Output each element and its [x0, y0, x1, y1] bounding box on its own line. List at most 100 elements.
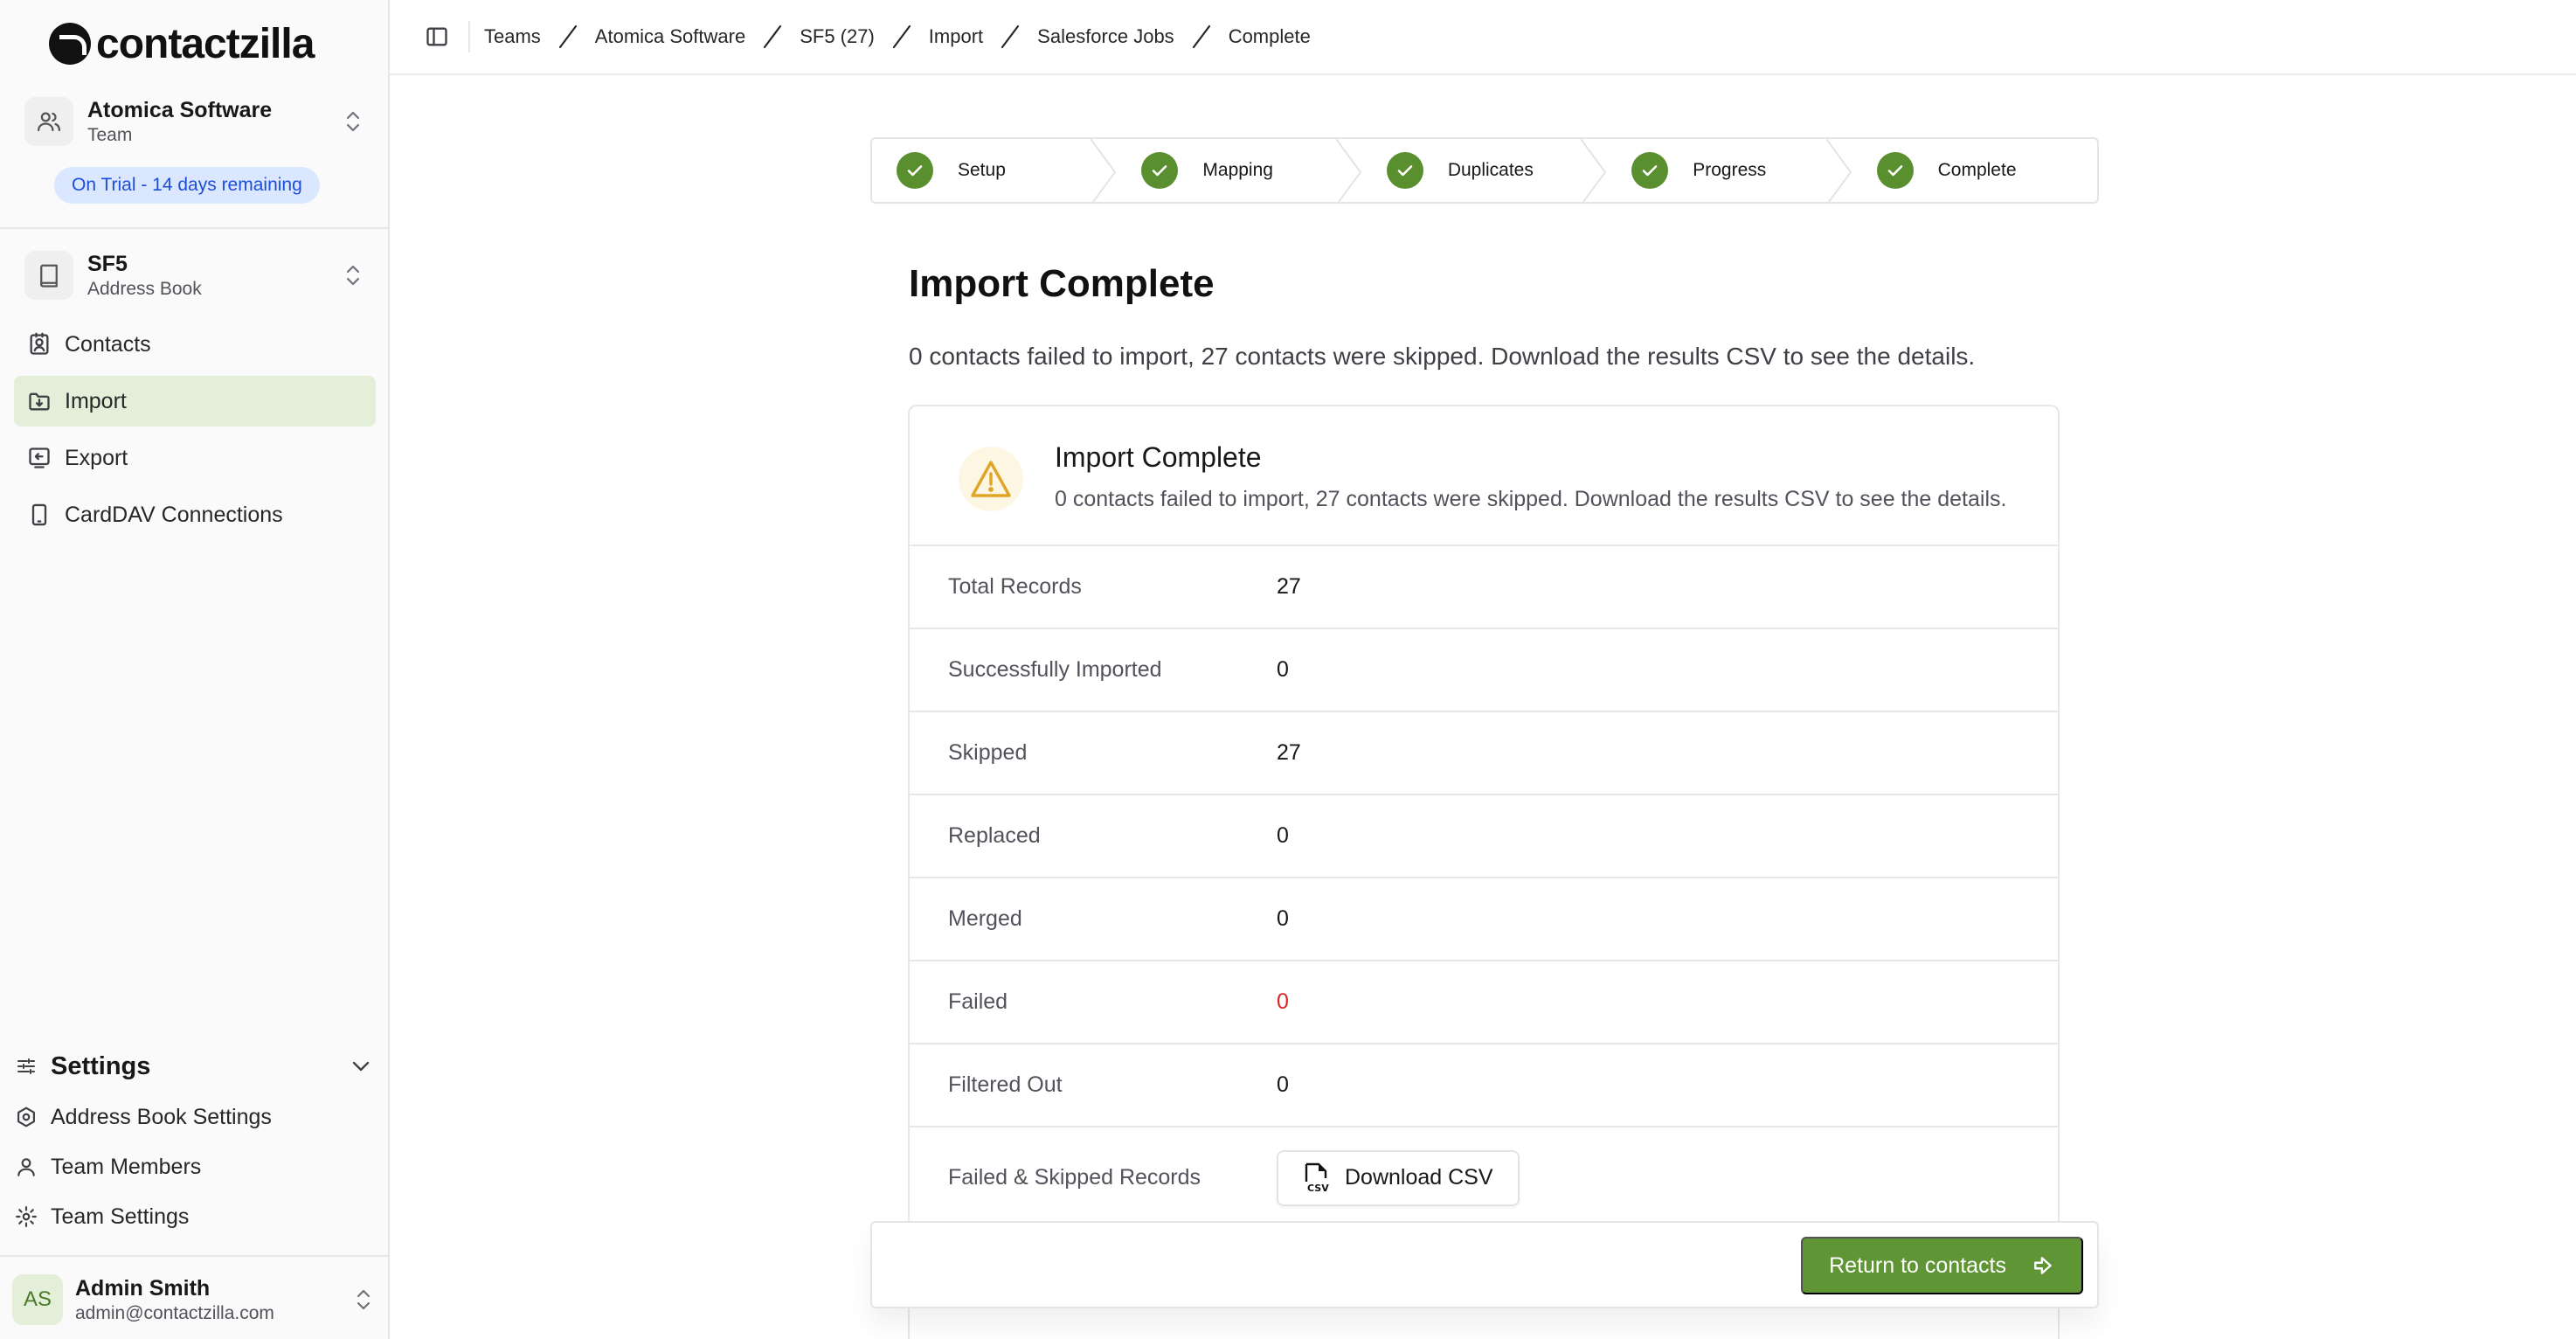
step-label: Duplicates [1447, 160, 1534, 180]
stat-row-skipped: Skipped 27 [910, 712, 2058, 795]
stat-row-failed-skipped-records: Failed & Skipped Records CSV Download CS… [910, 1127, 2058, 1228]
address-book-name: SF5 [87, 252, 128, 276]
stat-label: Failed & Skipped Records [948, 1165, 1201, 1190]
stat-row-merged: Merged 0 [910, 878, 2058, 961]
step-setup: Setup [872, 139, 1117, 202]
team-subtitle: Team [87, 125, 133, 145]
topbar-separator [468, 21, 470, 52]
sidebar-divider [0, 227, 390, 229]
team-name: Atomica Software [87, 98, 273, 122]
chevrons-up-down-icon [339, 258, 367, 293]
return-to-contacts-label: Return to contacts [1829, 1252, 2006, 1278]
trial-badge: On Trial - 14 days remaining [54, 167, 320, 204]
step-divider-icon [1335, 139, 1362, 202]
address-book-subtitle: Address Book [87, 279, 202, 299]
app-logo[interactable]: contactzilla [49, 19, 315, 68]
export-icon [26, 445, 52, 471]
gear-icon [14, 1204, 38, 1229]
chevron-down-icon [348, 1060, 374, 1072]
sidebar-item-team-settings[interactable]: Team Settings [14, 1197, 189, 1236]
sidebar-item-export[interactable]: Export [14, 433, 376, 483]
breadcrumb-separator-icon [764, 24, 782, 49]
breadcrumb-teams[interactable]: Teams [484, 25, 541, 48]
stat-row-imported: Successfully Imported 0 [910, 629, 2058, 712]
chevrons-up-down-icon [350, 1287, 377, 1313]
stat-label: Filtered Out [948, 1072, 1063, 1097]
smartphone-icon [26, 502, 52, 528]
breadcrumb-address-book[interactable]: SF5 (27) [800, 25, 875, 48]
logo-text: contactzilla [96, 20, 315, 67]
sidebar-item-label: Contacts [65, 331, 151, 357]
page-title: Import Complete [909, 262, 1215, 305]
breadcrumb-separator-icon [892, 24, 911, 49]
sidebar-item-import[interactable]: Import [14, 376, 376, 427]
import-footer-bar: Return to contacts [870, 1221, 2099, 1308]
warning-triangle-icon [959, 447, 1023, 511]
breadcrumb-salesforce-jobs[interactable]: Salesforce Jobs [1037, 25, 1174, 48]
user-menu[interactable]: AS Admin Smith admin@contactzilla.com [12, 1273, 377, 1327]
sliders-icon [16, 1055, 38, 1078]
sidebar: contactzilla Atomica Software Team On Tr… [0, 0, 390, 1339]
breadcrumb-separator-icon [1001, 24, 1020, 49]
check-circle-icon [1141, 152, 1179, 189]
user-email: admin@contactzilla.com [75, 1303, 274, 1323]
breadcrumb-separator-icon [1192, 24, 1210, 49]
sidebar-item-label: Address Book Settings [51, 1104, 272, 1129]
sidebar-item-label: CardDAV Connections [65, 502, 283, 527]
settings-section-toggle[interactable]: Settings [16, 1047, 374, 1086]
step-label: Progress [1693, 160, 1767, 180]
breadcrumb: Teams Atomica Software SF5 (27) Import S… [484, 24, 1311, 50]
hexagon-settings-icon [14, 1105, 38, 1129]
check-circle-icon [1876, 152, 1914, 189]
csv-file-icon: CSV [1305, 1162, 1329, 1194]
import-stepper: Setup Mapping Duplicates Progress Comple… [870, 137, 2099, 204]
sidebar-toggle-icon[interactable] [423, 23, 451, 51]
sidebar-divider [0, 1255, 390, 1257]
stat-label: Failed [948, 989, 1008, 1014]
stat-value: 0 [1277, 657, 1289, 682]
breadcrumb-separator-icon [558, 24, 577, 49]
address-book-switcher[interactable]: SF5 Address Book [24, 244, 367, 307]
step-progress: Progress [1607, 139, 1852, 202]
step-label: Setup [958, 160, 1006, 180]
sidebar-item-carddav[interactable]: CardDAV Connections [14, 489, 376, 540]
page-description: 0 contacts failed to import, 27 contacts… [909, 343, 1976, 370]
folder-import-icon [26, 388, 52, 414]
sidebar-item-team-members[interactable]: Team Members [14, 1148, 201, 1186]
team-switcher[interactable]: Atomica Software Team [24, 90, 367, 153]
stat-label: Successfully Imported [948, 657, 1162, 682]
step-complete: Complete [1852, 139, 2097, 202]
check-circle-icon [897, 152, 933, 189]
return-to-contacts-button[interactable]: Return to contacts [1801, 1237, 2083, 1294]
step-divider-icon [1581, 139, 1607, 202]
team-icon [24, 97, 73, 146]
download-csv-button[interactable]: CSV Download CSV [1277, 1149, 1520, 1206]
sidebar-item-label: Export [65, 445, 128, 470]
sidebar-item-contacts[interactable]: Contacts [14, 319, 376, 370]
settings-heading: Settings [51, 1051, 151, 1080]
download-csv-label: Download CSV [1345, 1165, 1493, 1190]
breadcrumb-import[interactable]: Import [929, 25, 983, 48]
stat-value-failed: 0 [1277, 989, 1289, 1014]
import-alert: Import Complete 0 contacts failed to imp… [910, 406, 2058, 546]
arrow-right-icon [2034, 1257, 2052, 1274]
stat-value: 27 [1277, 574, 1301, 599]
alert-message: 0 contacts failed to import, 27 contacts… [1055, 487, 2007, 511]
stat-row-filtered-out: Filtered Out 0 [910, 1044, 2058, 1127]
step-divider-icon [1825, 139, 1852, 202]
sidebar-item-address-book-settings[interactable]: Address Book Settings [14, 1098, 272, 1136]
stat-row-total: Total Records 27 [910, 546, 2058, 629]
user-icon [14, 1155, 38, 1179]
logo-mark-icon [49, 23, 91, 65]
check-circle-icon [1386, 152, 1423, 189]
stat-row-replaced: Replaced 0 [910, 795, 2058, 878]
check-circle-icon [1631, 152, 1669, 189]
step-duplicates: Duplicates [1362, 139, 1607, 202]
alert-title: Import Complete [1055, 441, 1262, 473]
stat-label: Replaced [948, 823, 1041, 848]
top-bar: Teams Atomica Software SF5 (27) Import S… [390, 0, 2576, 75]
stat-label: Merged [948, 906, 1022, 931]
sidebar-item-label: Team Settings [51, 1204, 190, 1229]
breadcrumb-team[interactable]: Atomica Software [595, 25, 745, 48]
import-results-card: Import Complete 0 contacts failed to imp… [908, 405, 2060, 1339]
